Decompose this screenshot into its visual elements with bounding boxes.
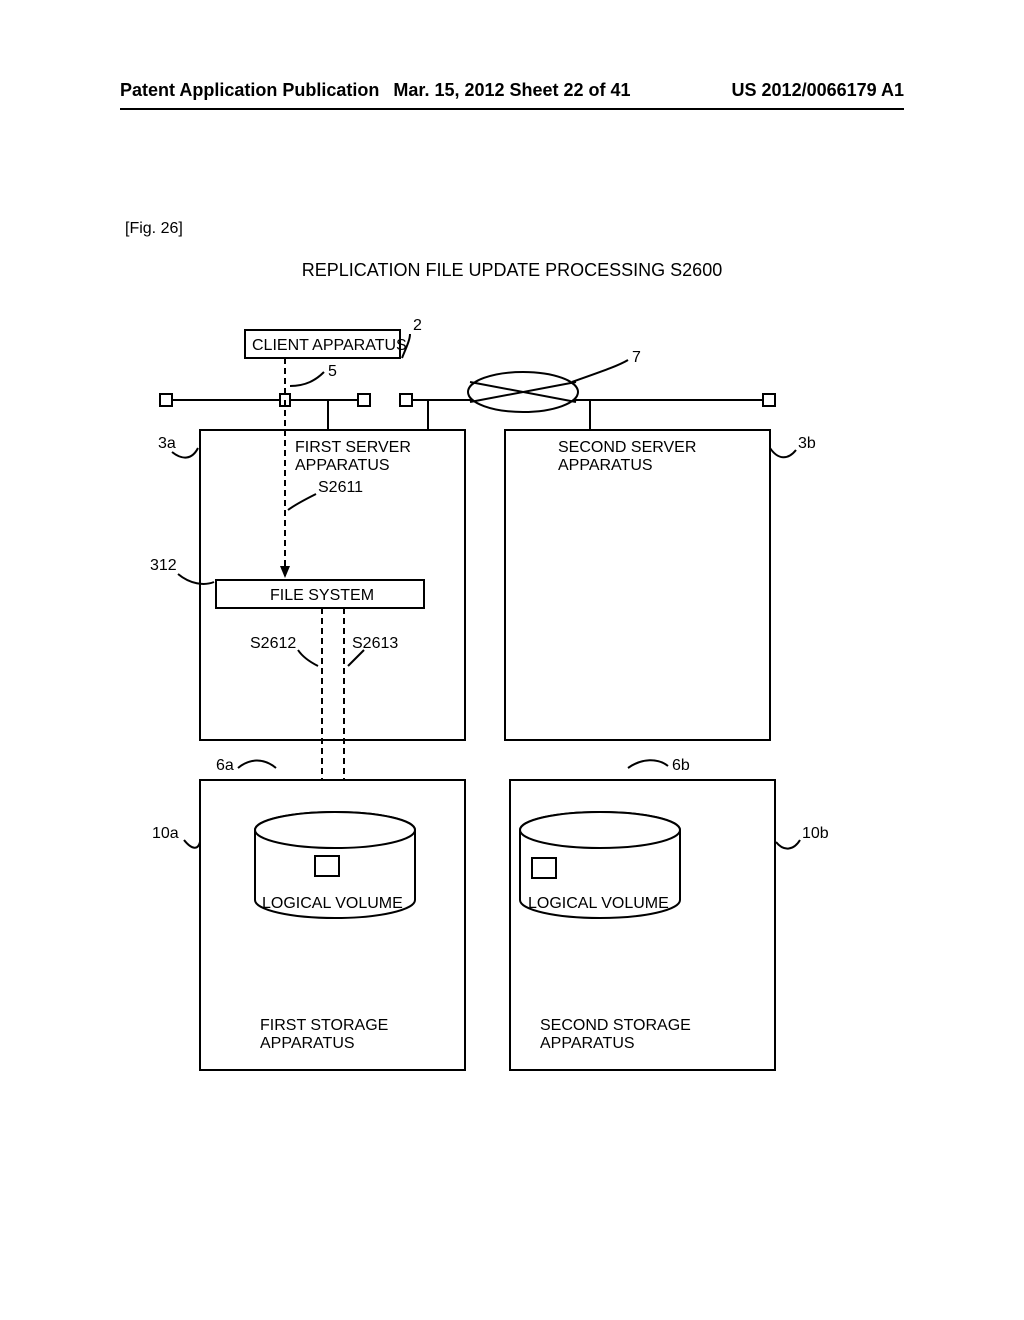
first-server-l2: APPARATUS	[295, 457, 390, 474]
ref-10b: 10b	[802, 825, 829, 842]
label-s2611: S2611	[318, 479, 363, 496]
header-right: US 2012/0066179 A1	[732, 80, 904, 101]
leader-3a	[172, 448, 198, 458]
bus-left-tick-r	[358, 394, 370, 406]
bus-right-tick-l	[400, 394, 412, 406]
lv-b-file-icon	[532, 858, 556, 878]
second-server-l1: SECOND SERVER	[558, 439, 696, 456]
header-left: Patent Application Publication	[120, 80, 379, 101]
leader-7	[572, 360, 628, 382]
second-storage-l1: SECOND STORAGE	[540, 1017, 691, 1034]
lv-a-label: LOGICAL VOLUME	[262, 895, 403, 912]
ref-6b: 6b	[672, 757, 690, 774]
lv-a-file-icon	[315, 856, 339, 876]
ref-6a: 6a	[216, 757, 234, 774]
leader-10b	[776, 840, 800, 849]
ref-312: 312	[150, 557, 177, 574]
leader-3b	[770, 448, 796, 457]
second-server-box	[505, 430, 770, 740]
ref-10a: 10a	[152, 825, 179, 842]
ref-3b: 3b	[798, 435, 816, 452]
second-storage-l2: APPARATUS	[540, 1035, 635, 1052]
first-server-l1: FIRST SERVER	[295, 439, 411, 456]
first-storage-l1: FIRST STORAGE	[260, 1017, 388, 1034]
page-header: Patent Application Publication Mar. 15, …	[0, 80, 1024, 101]
first-storage-l2: APPARATUS	[260, 1035, 355, 1052]
ref-3a: 3a	[158, 435, 176, 452]
ref-5: 5	[328, 363, 337, 380]
ref-2: 2	[413, 317, 422, 334]
client-apparatus-label: CLIENT APPARATUS	[252, 337, 407, 354]
page: Patent Application Publication Mar. 15, …	[0, 0, 1024, 1320]
bus-left-tick-l	[160, 394, 172, 406]
header-mid: Mar. 15, 2012 Sheet 22 of 41	[393, 80, 630, 101]
label-s2613: S2613	[352, 635, 398, 652]
bus-right-tick-r	[763, 394, 775, 406]
diagram-svg: CLIENT APPARATUS 2 5 7 FIRST SERVER	[110, 310, 890, 1100]
file-system-label: FILE SYSTEM	[270, 587, 374, 604]
second-server-l2: APPARATUS	[558, 457, 653, 474]
label-s2612: S2612	[250, 635, 296, 652]
header-rule	[120, 108, 904, 110]
lv-b-top-redraw	[520, 812, 680, 848]
figure-label: [Fig. 26]	[125, 220, 183, 238]
diagram-title: REPLICATION FILE UPDATE PROCESSING S2600	[0, 260, 1024, 281]
ref-7: 7	[632, 349, 641, 366]
leader-6b	[628, 760, 668, 768]
lv-a-top-redraw	[255, 812, 415, 848]
leader-10a	[184, 840, 200, 848]
leader-5	[290, 372, 324, 386]
leader-6a	[238, 761, 276, 769]
lv-b-label: LOGICAL VOLUME	[528, 895, 669, 912]
